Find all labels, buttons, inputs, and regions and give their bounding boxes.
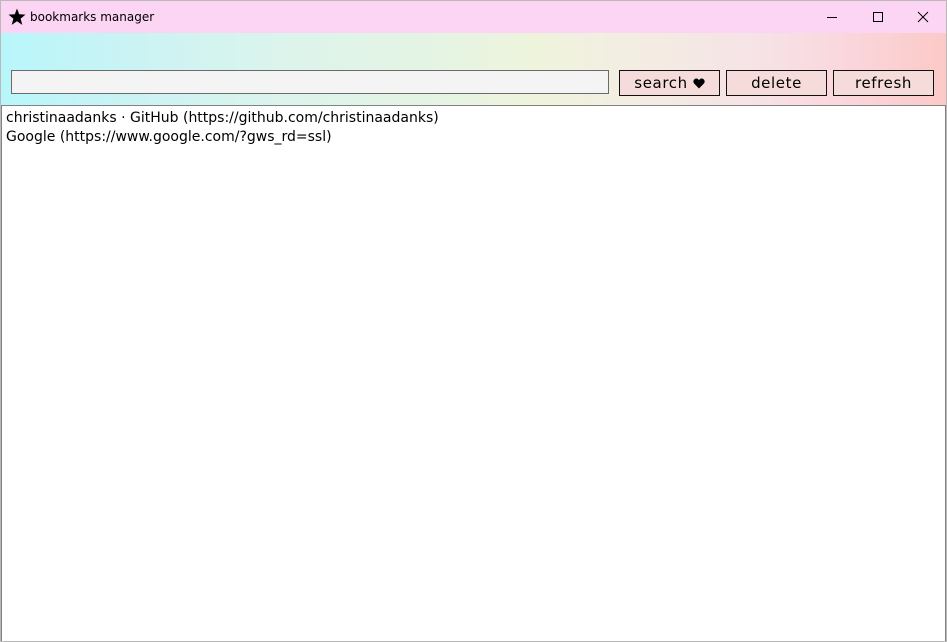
maximize-button[interactable] xyxy=(855,1,901,33)
minimize-button[interactable] xyxy=(809,1,855,33)
list-item[interactable]: christinaadanks · GitHub (https://github… xyxy=(2,109,945,128)
bookmarks-list[interactable]: christinaadanks · GitHub (https://github… xyxy=(1,105,946,641)
toolbar: search delete refresh xyxy=(1,33,946,105)
maximize-icon xyxy=(873,12,883,22)
search-input[interactable] xyxy=(11,70,609,94)
minimize-icon xyxy=(827,17,837,18)
star-icon xyxy=(8,8,26,25)
title-bar[interactable]: bookmarks manager xyxy=(1,1,946,33)
delete-button-label: delete xyxy=(751,74,802,92)
delete-button[interactable]: delete xyxy=(726,70,827,96)
list-item[interactable]: Google (https://www.google.com/?gws_rd=s… xyxy=(2,128,945,147)
close-button[interactable] xyxy=(900,1,946,33)
refresh-button[interactable]: refresh xyxy=(833,70,934,96)
close-icon xyxy=(917,11,929,23)
search-button-label: search xyxy=(634,74,688,92)
app-window: bookmarks manager search delete refresh … xyxy=(0,0,947,642)
window-title: bookmarks manager xyxy=(30,10,155,24)
heart-icon xyxy=(693,78,705,88)
refresh-button-label: refresh xyxy=(855,74,912,92)
search-button[interactable]: search xyxy=(619,70,720,96)
